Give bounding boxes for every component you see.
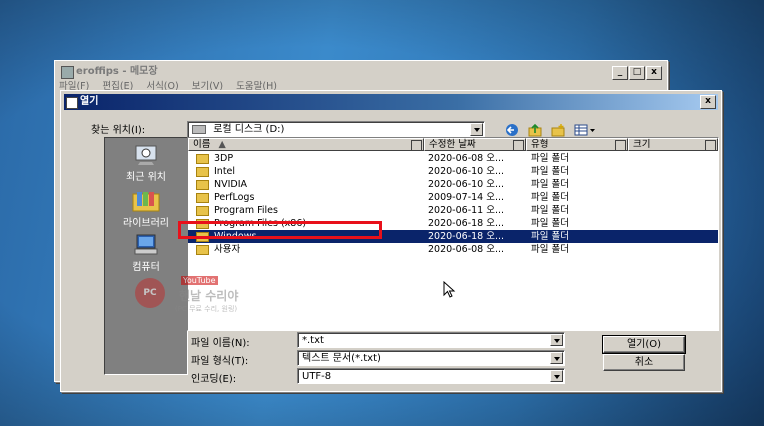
back-icon[interactable] xyxy=(505,123,519,137)
look-in-dropdown-arrow[interactable] xyxy=(470,123,483,136)
encoding-select[interactable]: UTF-8 xyxy=(297,368,565,384)
file-type: 파일 폴더 xyxy=(531,166,569,177)
filetype-dropdown-arrow[interactable] xyxy=(550,352,563,364)
column-header-type[interactable]: 유형 xyxy=(526,138,628,151)
file-name: NVIDIA xyxy=(214,179,248,190)
encoding-value: UTF-8 xyxy=(302,371,332,382)
watermark-logo: PC xyxy=(135,278,165,308)
file-name: Intel xyxy=(214,166,236,177)
file-type: 파일 폴더 xyxy=(531,153,569,164)
folder-icon xyxy=(196,193,209,203)
folder-icon xyxy=(196,167,209,177)
dialog-title: 열기 xyxy=(80,96,99,107)
dialog-close-button[interactable]: x xyxy=(700,95,716,109)
file-date: 2020-06-18 오... xyxy=(428,231,505,242)
computer-icon xyxy=(134,234,158,255)
close-button[interactable]: x xyxy=(646,66,662,80)
column-header-name[interactable]: 이름 ▲ xyxy=(188,138,424,151)
file-date: 2009-07-14 오... xyxy=(428,192,505,203)
place-label: 라이브러리 xyxy=(123,218,169,229)
mouse-cursor-icon xyxy=(443,281,456,298)
filetype-select[interactable]: 텍스트 문서(*.txt) xyxy=(297,350,565,366)
place-recent[interactable]: 최근 위치 xyxy=(105,144,187,183)
watermark-channel: YouTube xyxy=(181,276,218,285)
filename-value: *.txt xyxy=(302,335,324,346)
filetype-value: 텍스트 문서(*.txt) xyxy=(302,353,381,364)
table-row[interactable]: Intel 2020-06-10 오... 파일 폴더 xyxy=(188,165,718,178)
place-label: 컴퓨터 xyxy=(132,262,160,273)
file-name: 3DP xyxy=(214,153,234,164)
table-row[interactable]: 사용자 2020-06-08 오... 파일 폴더 xyxy=(188,243,718,256)
file-date: 2020-06-11 오... xyxy=(428,205,505,216)
encoding-label: 인코딩(E): xyxy=(191,374,237,385)
place-libraries[interactable]: 라이브러리 xyxy=(105,190,187,229)
dialog-title-bar[interactable]: 열기 x xyxy=(64,94,718,110)
file-type: 파일 폴더 xyxy=(531,231,569,242)
file-name: 사용자 xyxy=(214,244,241,255)
table-row[interactable]: Program Files 2020-06-11 오... 파일 폴더 xyxy=(188,204,718,217)
file-date: 2020-06-08 오... xyxy=(428,244,505,255)
table-row[interactable]: 3DP 2020-06-08 오... 파일 폴더 xyxy=(188,152,718,165)
file-type: 파일 폴더 xyxy=(531,205,569,216)
cancel-button[interactable]: 취소 xyxy=(603,354,685,371)
file-date: 2020-06-08 오... xyxy=(428,153,505,164)
folder-icon xyxy=(196,154,209,164)
filename-input[interactable]: *.txt xyxy=(297,332,565,348)
table-row[interactable]: NVIDIA 2020-06-10 오... 파일 폴더 xyxy=(188,178,718,191)
notepad-title: eroffips - 메모장 xyxy=(76,66,158,77)
watermark-subtitle: (PC 무료 수리, 원링) xyxy=(175,305,238,313)
file-date: 2020-06-10 오... xyxy=(428,179,505,190)
table-row[interactable]: PerfLogs 2009-07-14 오... 파일 폴더 xyxy=(188,191,718,204)
place-computer[interactable]: 컴퓨터 xyxy=(105,234,187,273)
dialog-app-icon xyxy=(66,97,78,109)
watermark-name: 핸날 수리야 xyxy=(179,289,239,303)
column-header-date[interactable]: 수정한 날짜 xyxy=(424,138,526,151)
file-type: 파일 폴더 xyxy=(531,179,569,190)
open-dialog: 열기 x 찾는 위치(I): 로컬 디스크 (D:) 최근 위치 라이브러리 컴… xyxy=(60,90,722,392)
look-in-label: 찾는 위치(I): xyxy=(91,125,146,136)
notepad-app-icon xyxy=(61,66,74,79)
folder-icon xyxy=(196,206,209,216)
column-header-size[interactable]: 크기 xyxy=(628,138,718,151)
look-in-value: 로컬 디스크 (D:) xyxy=(213,124,285,135)
file-type: 파일 폴더 xyxy=(531,218,569,229)
file-type: 파일 폴더 xyxy=(531,244,569,255)
new-folder-icon[interactable] xyxy=(551,123,565,137)
place-label: 최근 위치 xyxy=(126,172,166,183)
look-in-combo[interactable]: 로컬 디스크 (D:) xyxy=(187,121,485,138)
file-name: PerfLogs xyxy=(214,192,255,203)
minimize-button[interactable]: _ xyxy=(612,66,628,80)
recent-places-icon xyxy=(135,145,157,165)
places-bar: 최근 위치 라이브러리 컴퓨터 xyxy=(104,137,188,375)
channel-watermark: PC YouTube 핸날 수리야 (PC 무료 수리, 원링) xyxy=(135,276,255,320)
filename-dropdown-arrow[interactable] xyxy=(550,334,563,346)
drive-icon xyxy=(192,124,206,134)
highlight-box xyxy=(178,221,382,239)
filetype-label: 파일 형식(T): xyxy=(191,356,249,367)
notepad-title-bar[interactable]: eroffips - 메모장 _ □ x xyxy=(58,64,664,80)
open-button[interactable]: 열기(O) xyxy=(602,335,686,354)
file-name: Program Files xyxy=(214,205,278,216)
maximize-button[interactable]: □ xyxy=(629,66,645,80)
filename-label: 파일 이름(N): xyxy=(191,338,250,349)
folder-icon xyxy=(196,180,209,190)
view-menu-icon[interactable] xyxy=(574,123,596,137)
libraries-icon xyxy=(132,192,160,212)
encoding-dropdown-arrow[interactable] xyxy=(550,370,563,382)
folder-icon xyxy=(196,245,209,255)
up-folder-icon[interactable] xyxy=(528,123,542,137)
file-type: 파일 폴더 xyxy=(531,192,569,203)
file-date: 2020-06-18 오... xyxy=(428,218,505,229)
file-date: 2020-06-10 오... xyxy=(428,166,505,177)
